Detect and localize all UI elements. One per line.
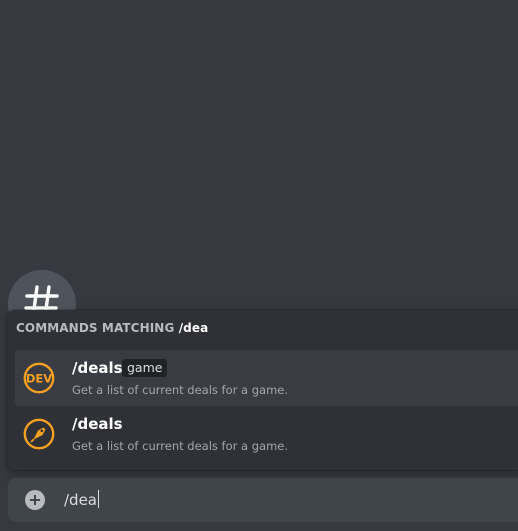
command-description: Get a list of current deals for a game. [72, 439, 288, 453]
dev-badge-icon: DEV [23, 362, 55, 394]
message-composer: /dea [8, 478, 518, 522]
autocomplete-header: COMMANDS MATCHING /dea [16, 321, 208, 335]
command-name: /deals [72, 359, 123, 377]
command-option-deals-dev[interactable]: DEV /deals game Get a list of current de… [15, 350, 518, 406]
plus-circle-icon[interactable] [25, 490, 45, 510]
svg-text:DEV: DEV [26, 372, 52, 386]
command-autocomplete-popout: COMMANDS MATCHING /dea DEV /deals game G… [7, 310, 518, 470]
autocomplete-header-label: COMMANDS MATCHING [16, 321, 175, 335]
command-description: Get a list of current deals for a game. [72, 383, 288, 397]
autocomplete-header-query: /dea [178, 321, 209, 335]
message-input-text: /dea [64, 491, 97, 509]
text-caret [98, 490, 99, 508]
command-name: /deals [72, 415, 123, 433]
command-option-tag-game: game [122, 359, 168, 377]
discord-chat-view: COMMANDS MATCHING /dea DEV /deals game G… [0, 0, 518, 531]
command-option-deals[interactable]: /deals Get a list of current deals for a… [15, 406, 518, 462]
message-input[interactable]: /dea [64, 489, 99, 511]
price-tag-icon [23, 418, 55, 450]
